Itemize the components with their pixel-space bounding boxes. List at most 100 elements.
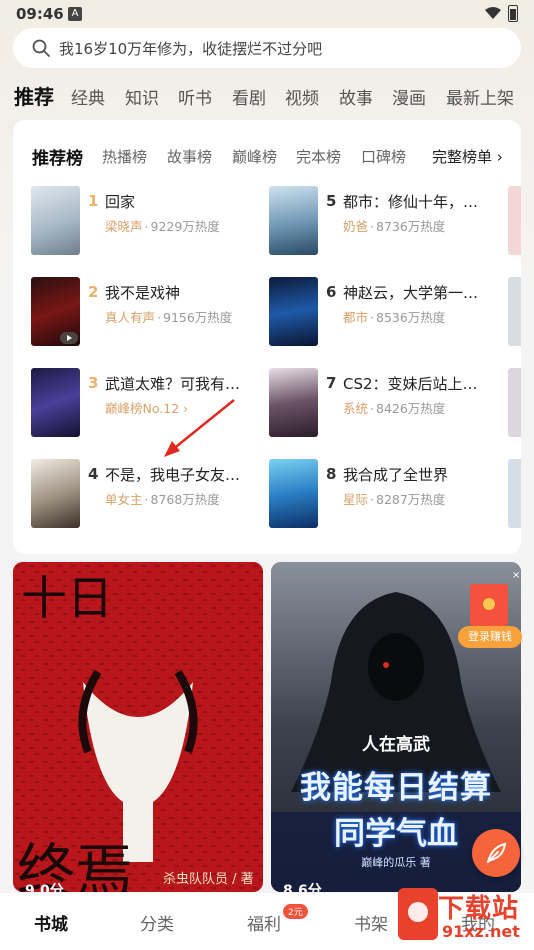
book-heat: 8768万热度 [150, 492, 220, 507]
rank-number: 5 [326, 192, 337, 210]
book-title: 回家 [105, 193, 136, 211]
book-tag: 真人有声 [105, 310, 156, 325]
featured-book-card[interactable]: 十日 终焉 杀虫队队员 / 著 9.0分 [13, 562, 263, 892]
red-envelope-icon [470, 584, 508, 626]
book-meta: 系统 · 8426万热度 [343, 398, 445, 417]
book-heat: 9229万热度 [150, 219, 220, 234]
book-title-line2: 我能每日结算 [300, 770, 492, 806]
tab-video[interactable]: 视频 [285, 84, 319, 109]
ranking-item[interactable]: 5 都市：修仙十年，… 奶爸 · 8736万热度 [269, 186, 499, 258]
tab-story[interactable]: 故事 [339, 84, 373, 109]
ranking-tab-completed[interactable]: 完本榜 [296, 146, 341, 167]
full-ranking-link[interactable]: 完整榜单 › [432, 146, 503, 167]
next-column-peek [508, 186, 521, 255]
book-tag: 单女主 [105, 492, 143, 507]
ranking-tab-hot[interactable]: 热播榜 [102, 146, 147, 167]
search-bar[interactable]: 我16岁10万年修为，收徒摆烂不过分吧 [13, 28, 521, 68]
book-tag: 都市 [343, 310, 369, 325]
tab-recommend[interactable]: 推荐 [14, 81, 54, 110]
book-title: 我不是戏神 [105, 284, 181, 302]
nav-bookstore[interactable]: 书城 [34, 910, 68, 935]
tab-knowledge[interactable]: 知识 [125, 84, 159, 109]
book-tag: 星际 [343, 492, 369, 507]
annotation-arrow [164, 399, 235, 457]
login-reward-promo[interactable]: × 登录赚钱 [458, 570, 522, 650]
nav-bookshelf[interactable]: 书架 [354, 910, 388, 935]
tab-comic[interactable]: 漫画 [392, 84, 426, 109]
book-meta: 奶爸 · 8736万热度 [343, 216, 445, 235]
nav-category[interactable]: 分类 [140, 910, 174, 935]
ranking-card: 推荐榜 热播榜 故事榜 巅峰榜 完本榜 口碑榜 完整榜单 › 1 回家 梁晓声 ·… [13, 120, 521, 554]
status-time: 09:46 [16, 5, 64, 23]
welfare-badge: 2元 [283, 904, 308, 919]
category-tabs: 推荐 经典 知识 听书 看剧 视频 故事 漫画 最新上架 [0, 78, 534, 112]
book-meta: 都市 · 8536万热度 [343, 307, 445, 326]
ranking-item[interactable]: 8 我合成了全世界 星际 · 8287万热度 [269, 459, 499, 531]
book-title: 神赵云，大学第一… [343, 284, 479, 302]
book-heat: 8536万热度 [376, 310, 446, 325]
book-meta: 星际 · 8287万热度 [343, 489, 445, 508]
feather-pen-icon [487, 842, 507, 863]
tab-new-releases[interactable]: 最新上架 [446, 84, 514, 109]
search-icon [32, 39, 50, 57]
book-meta: 梁晓声 · 9229万热度 [105, 216, 220, 235]
book-cover [31, 186, 80, 255]
book-score: 9.0分 [25, 883, 64, 892]
book-cover [269, 459, 318, 528]
rank-number: 1 [88, 192, 99, 210]
book-title: CS2：变妹后站上… [343, 375, 478, 393]
watermark: 下载站 91xz.net [398, 880, 534, 950]
app-notification-icon: A [68, 7, 82, 21]
tab-classic[interactable]: 经典 [71, 84, 105, 109]
watermark-url: 91xz.net [442, 922, 520, 941]
ranking-tab-recommend[interactable]: 推荐榜 [32, 144, 83, 169]
book-tag: 奶爸 [343, 219, 369, 234]
book-cover [269, 186, 318, 255]
write-fab-button[interactable] [472, 829, 520, 877]
tab-audiobook[interactable]: 听书 [178, 84, 212, 109]
close-icon[interactable]: × [512, 570, 520, 581]
nav-welfare[interactable]: 福利 [247, 910, 281, 935]
next-column-peek [508, 459, 521, 528]
ranking-tab-story[interactable]: 故事榜 [167, 146, 212, 167]
rank-number: 3 [88, 374, 99, 392]
status-bar: 09:46 A [0, 0, 534, 28]
ranking-tab-peak[interactable]: 巅峰榜 [232, 146, 277, 167]
tab-drama[interactable]: 看剧 [232, 84, 266, 109]
ranking-item[interactable]: 6 神赵云，大学第一… 都市 · 8536万热度 [269, 277, 499, 349]
ranking-item[interactable]: 2 我不是戏神 真人有声 · 9156万热度 [31, 277, 261, 349]
meta-separator: · [370, 310, 374, 325]
meta-separator: · [370, 492, 374, 507]
watermark-text: 下载站 [438, 894, 520, 924]
rank-number: 7 [326, 374, 337, 392]
book-cover [31, 459, 80, 528]
meta-separator: · [144, 492, 149, 507]
book-cover [31, 368, 80, 437]
ranking-item[interactable]: 4 不是，我电子女友… 单女主 · 8768万热度 [31, 459, 261, 531]
meta-separator: · [144, 219, 149, 234]
meta-separator: · [157, 310, 161, 325]
book-heat: 9156万热度 [163, 310, 233, 325]
rank-number: 8 [326, 465, 337, 483]
meta-separator: · [370, 219, 374, 234]
book-title-top: 十日 [21, 571, 113, 625]
book-meta: 单女主 · 8768万热度 [105, 489, 220, 508]
meta-separator: · [370, 401, 374, 416]
book-heat: 8287万热度 [376, 492, 446, 507]
book-author: 杀虫队队员 / 著 [163, 872, 254, 887]
ranking-item[interactable]: 7 CS2：变妹后站上… 系统 · 8426万热度 [269, 368, 499, 440]
play-icon [60, 332, 78, 344]
next-column-peek [508, 368, 521, 437]
promo-label: 登录赚钱 [458, 626, 522, 648]
book-tag: 梁晓声 [105, 219, 143, 234]
book-title: 都市：修仙十年，… [343, 193, 479, 211]
ranking-item[interactable]: 1 回家 梁晓声 · 9229万热度 [31, 186, 261, 258]
rank-number: 2 [88, 283, 99, 301]
book-tag: 系统 [343, 401, 369, 416]
rank-number: 4 [88, 465, 99, 483]
next-column-peek [508, 277, 521, 346]
book-title: 武道太难？可我有… [105, 375, 241, 393]
book-heat: 8426万热度 [376, 401, 446, 416]
ranking-tab-reputation[interactable]: 口碑榜 [361, 146, 406, 167]
book-cover [269, 368, 318, 437]
